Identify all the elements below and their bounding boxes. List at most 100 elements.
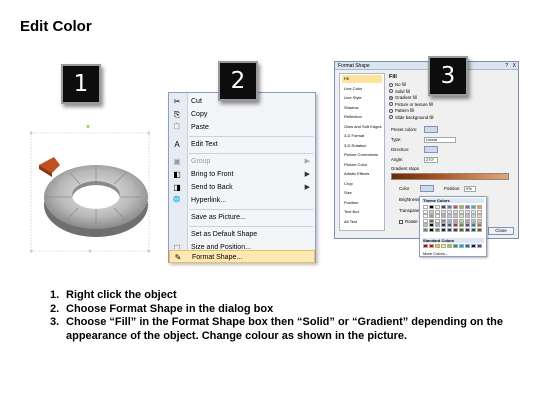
- color-swatch[interactable]: [447, 218, 452, 223]
- color-swatch[interactable]: [459, 205, 464, 209]
- menu-item-set-default-shape[interactable]: Set as Default Shape: [169, 228, 315, 241]
- color-swatch[interactable]: [447, 205, 452, 209]
- color-swatch[interactable]: [447, 223, 452, 227]
- nav-item-crop[interactable]: Crop: [342, 180, 382, 188]
- color-swatch[interactable]: [429, 214, 434, 218]
- direction-dropdown[interactable]: [424, 146, 438, 153]
- color-swatch[interactable]: [447, 214, 452, 218]
- color-swatch[interactable]: [435, 223, 440, 227]
- color-swatch[interactable]: [429, 218, 434, 223]
- more-colors-link[interactable]: More Colors...: [423, 251, 448, 256]
- menu-item-copy[interactable]: ⎘ Copy: [169, 108, 315, 121]
- color-swatch[interactable]: [465, 218, 470, 223]
- color-swatch[interactable]: [435, 227, 440, 232]
- color-swatch[interactable]: [459, 223, 464, 227]
- color-swatch[interactable]: [477, 214, 482, 218]
- color-swatch[interactable]: [435, 244, 440, 248]
- nav-item-glow[interactable]: Glow and Soft Edges: [342, 123, 382, 131]
- color-swatch[interactable]: [429, 209, 434, 214]
- nav-item-picture-corrections[interactable]: Picture Corrections: [342, 151, 382, 159]
- option-no-fill[interactable]: No fill: [389, 82, 406, 88]
- nav-item-fill[interactable]: Fill: [342, 75, 382, 83]
- menu-item-send-to-back[interactable]: ◨ Send to Back ▶: [169, 181, 315, 194]
- color-swatch[interactable]: [465, 223, 470, 227]
- preset-colors-dropdown[interactable]: [424, 126, 438, 133]
- color-swatch[interactable]: [477, 218, 482, 223]
- color-swatch[interactable]: [471, 244, 476, 248]
- color-swatch[interactable]: [453, 244, 458, 248]
- color-swatch[interactable]: [459, 209, 464, 214]
- menu-item-bring-to-front[interactable]: ◧ Bring to Front ▶: [169, 168, 315, 181]
- close-icon[interactable]: X: [513, 62, 516, 70]
- color-swatch[interactable]: [441, 209, 446, 214]
- nav-item-alt-text[interactable]: Alt Text: [342, 218, 382, 226]
- color-swatch[interactable]: [477, 205, 482, 209]
- type-select[interactable]: Linear: [424, 137, 456, 143]
- color-swatch[interactable]: [423, 244, 428, 248]
- color-swatch[interactable]: [429, 227, 434, 232]
- nav-item-artistic-effects[interactable]: Artistic Effects: [342, 170, 382, 178]
- color-swatch[interactable]: [459, 244, 464, 248]
- nav-item-3d-rotation[interactable]: 3-D Rotation: [342, 142, 382, 150]
- color-swatch[interactable]: [465, 214, 470, 218]
- color-swatch[interactable]: [459, 227, 464, 232]
- nav-item-shadow[interactable]: Shadow: [342, 104, 382, 112]
- color-swatch[interactable]: [465, 205, 470, 209]
- color-swatch[interactable]: [423, 214, 428, 218]
- menu-item-group[interactable]: ▣ Group ▶: [169, 155, 315, 168]
- color-swatch[interactable]: [423, 218, 428, 223]
- ring-shape[interactable]: [29, 125, 151, 260]
- color-swatch[interactable]: [423, 205, 428, 209]
- nav-item-size[interactable]: Size: [342, 189, 382, 197]
- menu-item-hyperlink[interactable]: 🌐 Hyperlink...: [169, 194, 315, 207]
- color-swatch[interactable]: [477, 223, 482, 227]
- nav-item-line-color[interactable]: Line Color: [342, 85, 382, 93]
- menu-item-format-shape[interactable]: ✎ Format Shape...: [169, 250, 315, 263]
- color-swatch[interactable]: [441, 223, 446, 227]
- option-slide-background[interactable]: Slide background fill: [389, 115, 433, 121]
- color-picker-button[interactable]: [420, 185, 434, 192]
- color-swatch[interactable]: [471, 214, 476, 218]
- color-swatch[interactable]: [435, 218, 440, 223]
- color-swatch[interactable]: [447, 227, 452, 232]
- color-swatch[interactable]: [447, 209, 452, 214]
- nav-item-picture-color[interactable]: Picture Color: [342, 161, 382, 169]
- menu-item-save-as-picture[interactable]: Save as Picture...: [169, 211, 315, 224]
- color-swatch[interactable]: [465, 209, 470, 214]
- color-swatch[interactable]: [429, 205, 434, 209]
- angle-input[interactable]: 270°: [424, 157, 438, 163]
- color-swatch[interactable]: [429, 223, 434, 227]
- color-swatch[interactable]: [477, 209, 482, 214]
- color-swatch[interactable]: [471, 227, 476, 232]
- color-swatch[interactable]: [435, 209, 440, 214]
- circular-arrow-diagram[interactable]: [29, 125, 151, 260]
- position-input[interactable]: 0%: [464, 186, 476, 192]
- color-swatch[interactable]: [471, 205, 476, 209]
- color-swatch[interactable]: [453, 214, 458, 218]
- color-swatch[interactable]: [447, 244, 452, 248]
- color-swatch[interactable]: [453, 209, 458, 214]
- color-swatch[interactable]: [423, 227, 428, 232]
- color-swatch[interactable]: [453, 223, 458, 227]
- color-swatch[interactable]: [423, 209, 428, 214]
- color-swatch[interactable]: [435, 205, 440, 209]
- color-swatch[interactable]: [465, 244, 470, 248]
- option-picture-fill[interactable]: Picture or texture fill: [389, 102, 433, 108]
- color-swatch[interactable]: [453, 218, 458, 223]
- color-swatch[interactable]: [477, 227, 482, 232]
- nav-item-line-style[interactable]: Line Style: [342, 94, 382, 102]
- option-gradient-fill[interactable]: Gradient fill: [389, 95, 417, 101]
- color-swatch[interactable]: [441, 214, 446, 218]
- color-swatch[interactable]: [441, 244, 446, 248]
- color-swatch[interactable]: [471, 223, 476, 227]
- nav-item-3d-format[interactable]: 3-D Format: [342, 132, 382, 140]
- color-swatch[interactable]: [459, 214, 464, 218]
- color-swatch[interactable]: [477, 244, 482, 248]
- help-button[interactable]: ?: [505, 62, 508, 70]
- color-swatch[interactable]: [429, 244, 434, 248]
- nav-item-position[interactable]: Position: [342, 199, 382, 207]
- menu-item-paste[interactable]: 📋 Paste: [169, 121, 315, 134]
- menu-item-edit-text[interactable]: A Edit Text: [169, 138, 315, 151]
- color-swatch[interactable]: [459, 218, 464, 223]
- color-swatch[interactable]: [441, 218, 446, 223]
